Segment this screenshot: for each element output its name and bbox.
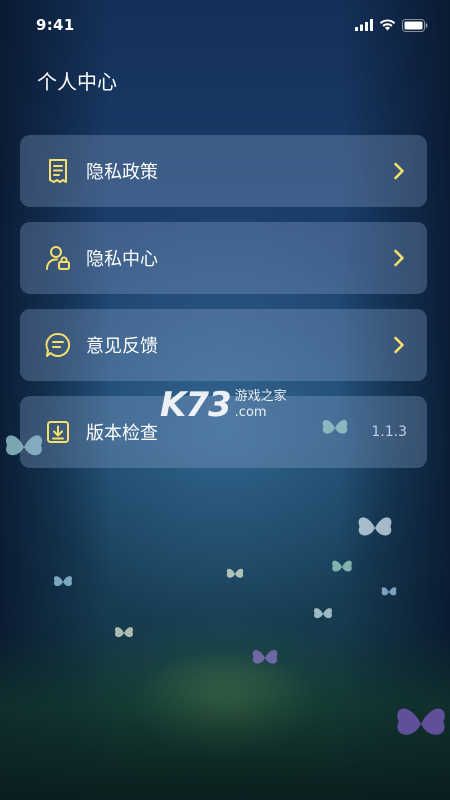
watermark-text: 游戏之家 .com bbox=[235, 389, 287, 421]
butterfly-icon bbox=[332, 560, 352, 572]
cellular-signal-icon bbox=[355, 19, 373, 31]
download-box-icon bbox=[44, 418, 72, 446]
butterfly-icon bbox=[252, 650, 278, 664]
watermark-logo: K73 bbox=[160, 385, 232, 425]
chat-bubble-icon bbox=[44, 331, 72, 359]
chevron-right-icon bbox=[391, 248, 407, 268]
document-icon bbox=[44, 157, 72, 185]
butterfly-icon bbox=[226, 568, 244, 578]
page-title: 个人中心 bbox=[37, 70, 117, 94]
chevron-right-icon bbox=[391, 335, 407, 355]
menu-item-feedback[interactable]: 意见反馈 bbox=[20, 309, 427, 381]
version-number: 1.1.3 bbox=[371, 424, 407, 440]
butterfly-icon bbox=[53, 576, 73, 587]
butterfly-icon bbox=[358, 517, 392, 536]
menu-item-privacy-policy[interactable]: 隐私政策 bbox=[20, 135, 427, 207]
user-lock-icon bbox=[44, 244, 72, 272]
status-icons bbox=[355, 18, 428, 32]
status-time: 9:41 bbox=[36, 16, 75, 34]
menu-item-privacy-center[interactable]: 隐私中心 bbox=[20, 222, 427, 294]
settings-menu: 隐私政策 隐私中心 意见反馈 版本检查 1.1.3 bbox=[20, 135, 427, 483]
wifi-icon bbox=[379, 19, 396, 31]
butterfly-icon bbox=[397, 708, 445, 735]
battery-icon bbox=[402, 18, 428, 32]
menu-item-label: 意见反馈 bbox=[86, 336, 158, 357]
chevron-right-icon bbox=[391, 161, 407, 181]
watermark-cn: 游戏之家 bbox=[234, 389, 287, 404]
forest-path bbox=[0, 630, 450, 800]
status-bar: 9:41 bbox=[0, 0, 450, 50]
site-watermark: K73 游戏之家 .com bbox=[160, 385, 287, 425]
butterfly-icon bbox=[381, 587, 397, 596]
butterfly-icon bbox=[313, 608, 333, 619]
menu-item-label: 隐私中心 bbox=[86, 249, 158, 270]
watermark-domain: .com bbox=[234, 405, 267, 420]
butterfly-icon bbox=[114, 627, 134, 638]
menu-item-label: 隐私政策 bbox=[86, 162, 158, 183]
